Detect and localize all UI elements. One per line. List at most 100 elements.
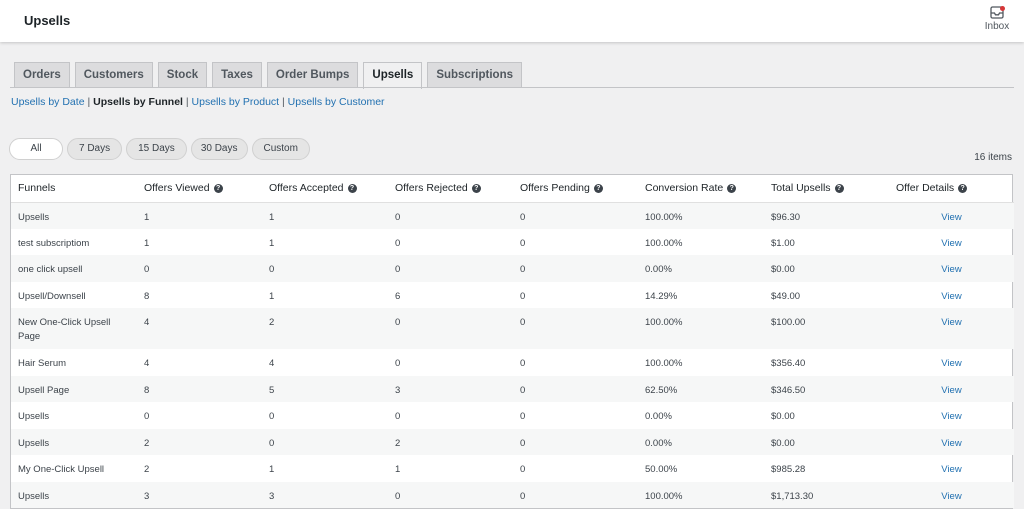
page-title: Upsells bbox=[24, 13, 71, 28]
tab-order-bumps[interactable]: Order Bumps bbox=[266, 62, 359, 88]
help-icon[interactable]: ? bbox=[471, 183, 481, 193]
help-icon[interactable]: ? bbox=[347, 183, 357, 193]
table-header-row: Funnels Offers Viewed? Offers Accepted? … bbox=[11, 175, 1014, 203]
column-header[interactable]: Offers Pending? bbox=[513, 175, 638, 203]
offers-accepted-cell: 4 bbox=[269, 358, 275, 369]
offers-pending-cell: 0 bbox=[513, 202, 638, 229]
offers-pending-cell: 0 bbox=[513, 375, 638, 402]
column-label: Offers Pending bbox=[520, 182, 590, 195]
column-header[interactable]: Offers Viewed? bbox=[137, 175, 262, 203]
conversion-rate-cell: 14.29% bbox=[645, 290, 678, 302]
help-icon[interactable]: ? bbox=[834, 183, 844, 193]
offers-pending-cell: 0 bbox=[513, 481, 638, 508]
offers-accepted-cell: 1 bbox=[269, 237, 275, 249]
offer-details-cell: View bbox=[889, 255, 1014, 282]
offer-details-cell: View bbox=[889, 229, 1014, 256]
help-icon[interactable]: ? bbox=[213, 183, 223, 193]
view-offer-link[interactable]: View bbox=[941, 291, 961, 302]
filter-custom-button[interactable]: Custom bbox=[251, 138, 310, 160]
view-offer-link[interactable]: View bbox=[941, 385, 961, 396]
report-subnav: Upsells by Date | Upsells by Funnel | Up… bbox=[11, 96, 385, 108]
filter-15-days-button[interactable]: 15 Days bbox=[126, 138, 187, 160]
filter-30-days-button[interactable]: 30 Days bbox=[190, 138, 248, 160]
offers-rejected-cell: 0 bbox=[388, 308, 513, 349]
column-label: Conversion Rate bbox=[645, 182, 724, 195]
view-offer-link[interactable]: View bbox=[941, 238, 961, 249]
offers-pending-cell: 0 bbox=[513, 428, 638, 455]
offers-accepted-cell: 1 bbox=[269, 464, 275, 475]
table-row: My One-Click Upsell 2 1 1 0 50.00% $985.28 View bbox=[11, 455, 1014, 482]
subnav-upsells-by-funnel[interactable]: Upsells by Funnel bbox=[93, 96, 183, 108]
offers-viewed-cell: 2 bbox=[137, 428, 262, 455]
offers-pending-cell: 0 bbox=[520, 464, 526, 475]
table-row: test subscriptiom 1 1 0 0 100.00% $1.00 View bbox=[11, 229, 1014, 256]
tab-orders[interactable]: Orders bbox=[14, 62, 70, 88]
conversion-rate-cell: 0.00% bbox=[638, 255, 764, 282]
conversion-rate-cell: 100.00% bbox=[638, 481, 764, 508]
column-label: Funnels bbox=[18, 182, 56, 195]
offers-viewed-cell: 4 bbox=[137, 308, 262, 349]
offers-viewed-cell: 8 bbox=[137, 375, 262, 402]
offers-rejected-cell: 0 bbox=[388, 255, 513, 282]
notification-dot bbox=[1000, 6, 1005, 11]
offers-pending-cell: 0 bbox=[520, 358, 526, 369]
offers-rejected-cell: 3 bbox=[388, 375, 513, 402]
funnel-name-cell: Hair Serum bbox=[18, 358, 67, 369]
column-header[interactable]: Offer Details? bbox=[889, 175, 1014, 203]
offer-details-cell: View bbox=[889, 308, 1014, 349]
offers-viewed-cell: 3 bbox=[137, 481, 262, 508]
inbox-label: Inbox bbox=[984, 21, 1010, 32]
offer-details-cell: View bbox=[889, 428, 1014, 455]
tab-customers[interactable]: Customers bbox=[74, 62, 153, 88]
help-icon[interactable]: ? bbox=[593, 183, 603, 193]
filter-7-days-button[interactable]: 7 Days bbox=[67, 138, 123, 160]
column-label: Total Upsells bbox=[771, 182, 831, 195]
conversion-rate-cell: 100.00% bbox=[638, 202, 764, 229]
offers-viewed-cell: 1 bbox=[144, 237, 150, 249]
view-offer-link[interactable]: View bbox=[941, 317, 961, 328]
column-label: Offers Viewed bbox=[144, 182, 210, 195]
tab-stock[interactable]: Stock bbox=[157, 62, 208, 88]
filter-all-button[interactable]: All bbox=[9, 138, 63, 160]
date-filter-group: All 7 Days 15 Days 30 Days Custom bbox=[9, 138, 310, 160]
offer-details-cell: View bbox=[889, 481, 1014, 508]
subnav-upsells-by-date[interactable]: Upsells by Date bbox=[11, 96, 85, 108]
tab-upsells[interactable]: Upsells bbox=[363, 62, 423, 89]
offers-viewed-cell: 2 bbox=[144, 464, 150, 475]
column-label: Offers Accepted bbox=[269, 182, 344, 195]
view-offer-link[interactable]: View bbox=[941, 264, 961, 275]
column-header[interactable]: Offers Rejected? bbox=[388, 175, 513, 203]
view-offer-link[interactable]: View bbox=[941, 491, 961, 502]
view-offer-link[interactable]: View bbox=[941, 411, 961, 422]
offers-rejected-cell: 2 bbox=[388, 428, 513, 455]
view-offer-link[interactable]: View bbox=[941, 358, 961, 369]
funnel-name-cell: New One-Click Upsell Page bbox=[11, 308, 137, 349]
subnav-upsells-by-customer[interactable]: Upsells by Customer bbox=[288, 96, 385, 108]
column-header[interactable]: Total Upsells? bbox=[764, 175, 889, 203]
table-row: Upsells 3 3 0 0 100.00% $1,713.30 View bbox=[11, 481, 1014, 508]
view-offer-link[interactable]: View bbox=[941, 438, 961, 449]
offers-pending-cell: 0 bbox=[513, 308, 638, 349]
subnav-upsells-by-product[interactable]: Upsells by Product bbox=[192, 96, 280, 108]
offer-details-cell: View bbox=[889, 455, 1014, 482]
offers-accepted-cell: 0 bbox=[269, 411, 275, 422]
column-header[interactable]: Conversion Rate? bbox=[638, 175, 764, 203]
view-offer-link[interactable]: View bbox=[941, 464, 961, 475]
help-icon[interactable]: ? bbox=[727, 183, 737, 193]
inbox-button[interactable]: Inbox bbox=[984, 6, 1010, 32]
column-header[interactable]: Funnels bbox=[11, 175, 137, 203]
offer-details-cell: View bbox=[889, 349, 1014, 376]
tab-subscriptions[interactable]: Subscriptions bbox=[427, 62, 522, 88]
view-offer-link[interactable]: View bbox=[941, 212, 961, 223]
offers-pending-cell: 0 bbox=[513, 255, 638, 282]
offers-rejected-cell: 6 bbox=[395, 290, 401, 302]
tabs-divider bbox=[10, 87, 1014, 88]
total-upsells-cell: $0.00 bbox=[771, 411, 795, 422]
offers-viewed-cell: 8 bbox=[144, 290, 150, 302]
funnel-name-cell: Upsell/Downsell bbox=[18, 290, 86, 302]
column-header[interactable]: Offers Accepted? bbox=[262, 175, 388, 203]
help-icon[interactable]: ? bbox=[958, 183, 968, 193]
tab-taxes[interactable]: Taxes bbox=[212, 62, 262, 88]
funnel-name-cell: My One-Click Upsell bbox=[18, 464, 105, 475]
offers-rejected-cell: 0 bbox=[395, 358, 401, 369]
